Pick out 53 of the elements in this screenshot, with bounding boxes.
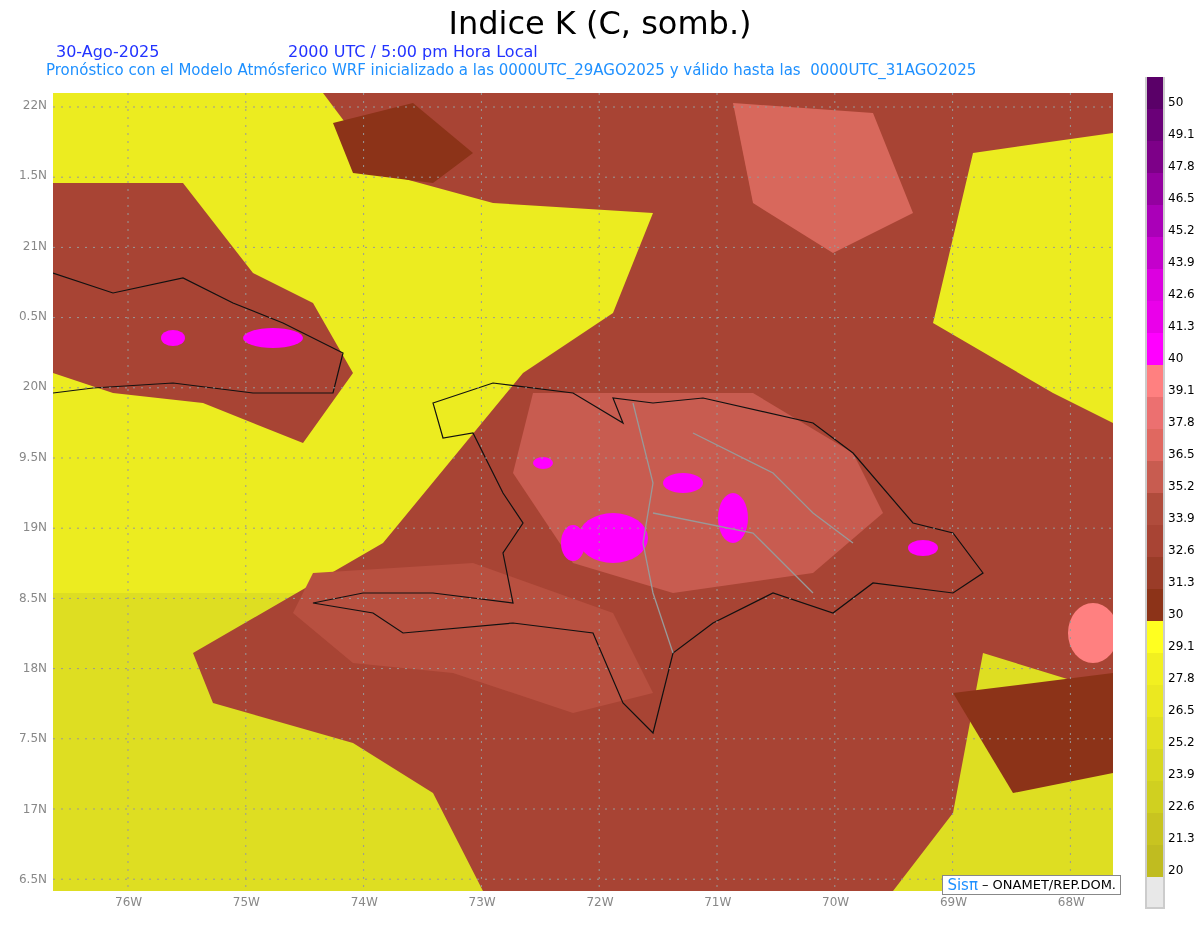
colorbar-label: 47.8: [1168, 159, 1195, 173]
latitude-label: 7.5N: [18, 731, 47, 746]
colorbar-label: 45.2: [1168, 223, 1195, 237]
colorbar-label: 49.1: [1168, 127, 1195, 141]
colorbar-label: 37.8: [1168, 415, 1195, 429]
colorbar-label: 26.5: [1168, 703, 1195, 717]
latitude-label: 1.5N: [18, 168, 47, 183]
latitude-label: 21N: [22, 238, 47, 253]
longitude-label: 72W: [586, 895, 614, 909]
latitude-label: 6.5N: [18, 871, 47, 886]
colorbar-segment: [1145, 877, 1165, 909]
colorbar-label: 42.6: [1168, 287, 1195, 301]
longitude-label: 68W: [1057, 895, 1085, 909]
colorbar-label: 43.9: [1168, 255, 1195, 269]
colorbar-label: 33.9: [1168, 511, 1195, 525]
colorbar-label: 23.9: [1168, 767, 1195, 781]
colorbar-label: 29.1: [1168, 639, 1195, 653]
longitude-label: 73W: [468, 895, 496, 909]
colorbar-label: 36.5: [1168, 447, 1195, 461]
colorbar-label: 50: [1168, 95, 1184, 109]
longitude-label: 69W: [939, 895, 968, 909]
colorbar-label: 46.5: [1168, 191, 1195, 205]
colorbar-label: 30: [1168, 607, 1184, 621]
latitude-label: 0.5N: [18, 309, 47, 324]
colorbar-label: 35.2: [1168, 479, 1195, 493]
latitude-label: 9.5N: [18, 449, 47, 464]
longitude-label: 70W: [822, 895, 850, 909]
colorbar-label: 21.3: [1168, 831, 1195, 845]
latitude-label: 22N: [22, 98, 47, 112]
colorbar-label: 25.2: [1168, 735, 1195, 749]
longitude-label: 71W: [704, 895, 732, 909]
colorbar-label: 39.1: [1168, 383, 1195, 397]
date-label: 30-Ago-2025: [56, 42, 161, 61]
credit-text: – ONAMET/REP.DOM.: [981, 876, 1116, 894]
latitude-label: 18N: [22, 660, 47, 675]
colorbar-label: 22.6: [1168, 799, 1195, 813]
colorbar-label: 41.3: [1168, 319, 1195, 333]
time-label: 2000 UTC / 5:00 pm Hora Local: [288, 42, 538, 61]
map-title: Indice K (C, somb.): [448, 4, 752, 42]
latitude-label: 20N: [22, 379, 47, 394]
logo-text: Sisπ: [947, 876, 978, 894]
colorbar-label: 32.6: [1168, 543, 1195, 557]
colorbar-label: 40: [1168, 351, 1184, 365]
forecast-description: Pronóstico con el Modelo Atmósferico WRF inicializado a las 0000UTC_29AGO2025 y válido hasta las 0000UTC_31AGO2025: [46, 61, 977, 79]
colorbar-label: 27.8: [1168, 671, 1195, 685]
latitude-label: 19N: [22, 520, 47, 535]
longitude-label: 76W: [115, 895, 143, 909]
longitude-label: 75W: [232, 895, 260, 909]
latitude-label: 8.5N: [18, 590, 47, 605]
longitude-label: 74W: [350, 895, 378, 909]
colorbar-label: 31.3: [1168, 575, 1195, 589]
latitude-label: 17N: [22, 801, 47, 816]
colorbar-label: 20: [1168, 863, 1184, 877]
